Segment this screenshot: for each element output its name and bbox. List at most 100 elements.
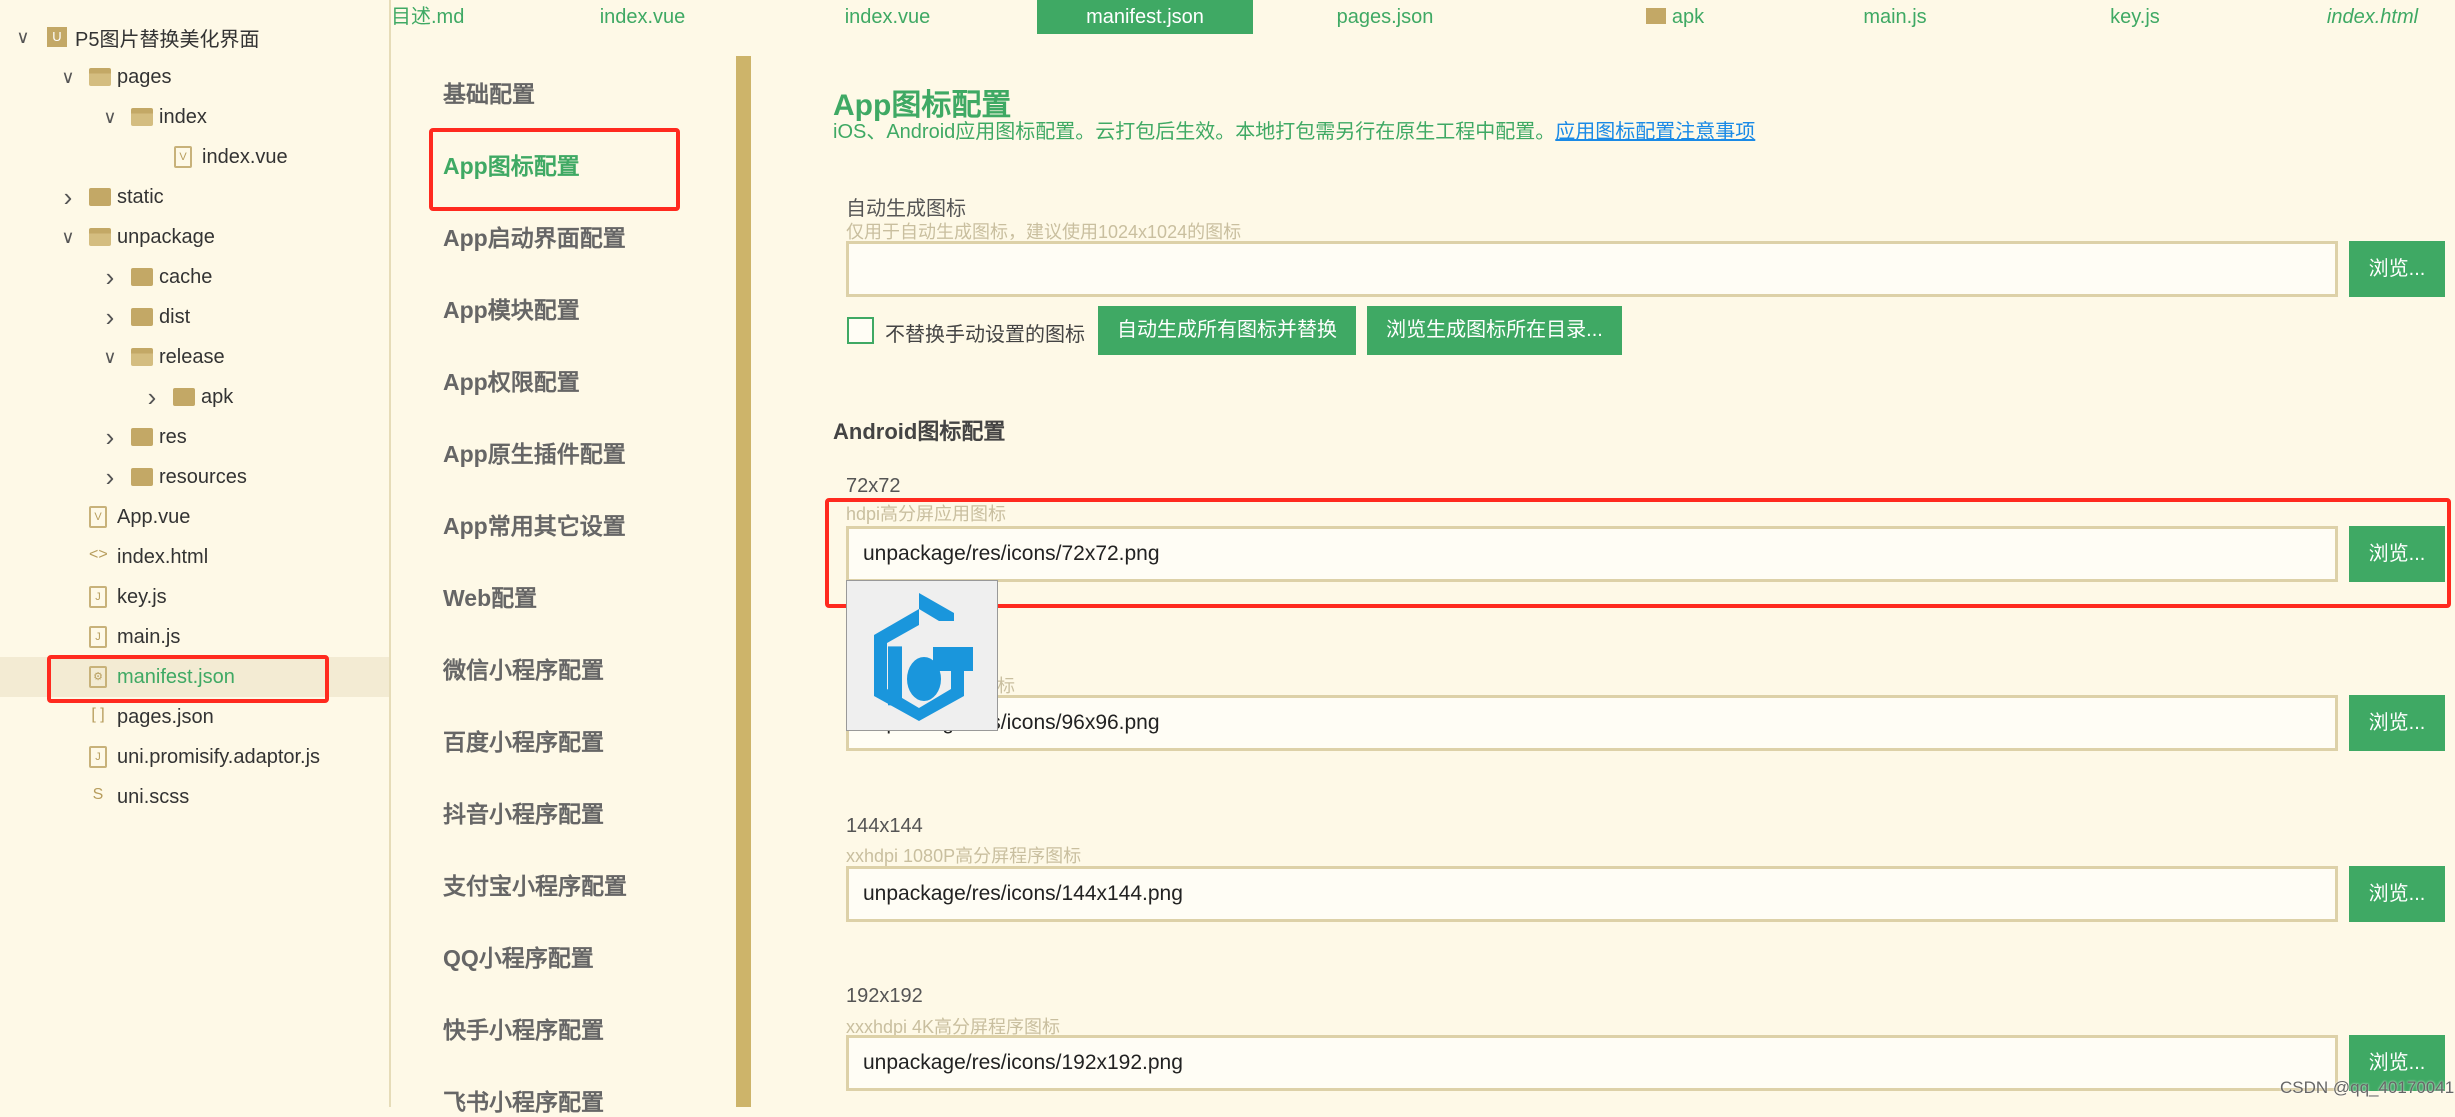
tree-item[interactable]: ∨ index <box>0 97 389 137</box>
tree-item[interactable]: › cache <box>0 257 389 297</box>
nav-scrollbar[interactable] <box>736 56 751 1107</box>
tab-8[interactable]: index.html <box>2290 0 2455 34</box>
nav-item-2[interactable]: App启动界面配置 <box>443 219 626 253</box>
nav-item-1[interactable]: App图标配置 <box>443 147 580 181</box>
tree-item-label: App.vue <box>117 505 191 528</box>
chevron-down-icon[interactable]: ∨ <box>13 27 33 48</box>
icon-browse-button[interactable]: 浏览... <box>2349 695 2445 751</box>
tree-item[interactable]: › static <box>0 177 389 217</box>
tree-item[interactable]: › res <box>0 417 389 457</box>
tree-item[interactable]: Juni.promisify.adaptor.js <box>0 737 389 777</box>
icon-notes-link[interactable]: 应用图标配置注意事项 <box>1555 121 1755 143</box>
tree-item[interactable]: [ ] pages.json <box>0 697 389 737</box>
tree-item[interactable]: › apk <box>0 377 389 417</box>
tree-item[interactable]: ∨ unpackage <box>0 217 389 257</box>
js-file-icon: J <box>89 586 107 608</box>
icon-browse-button[interactable]: 浏览... <box>2349 526 2445 582</box>
nav-item-10[interactable]: 抖音小程序配置 <box>443 795 604 829</box>
iot-logo-icon <box>874 593 973 721</box>
nav-item-6[interactable]: App常用其它设置 <box>443 507 626 541</box>
chevron-right-icon[interactable]: › <box>58 182 78 213</box>
chevron-down-icon[interactable]: ∨ <box>100 107 120 128</box>
tree-item[interactable]: Jkey.js <box>0 577 389 617</box>
folder-icon <box>131 348 153 366</box>
tree-item-label: res <box>159 425 187 448</box>
auto-icon-input[interactable] <box>846 241 2338 297</box>
tab-6[interactable]: main.js <box>1800 0 1990 34</box>
folder-icon <box>89 188 111 206</box>
tree-item[interactable]: Vindex.vue <box>0 137 389 177</box>
tab-1[interactable]: index.vue <box>570 0 715 34</box>
tree-item-label: apk <box>201 385 234 408</box>
project-icon: U <box>47 27 67 47</box>
tab-label: apk <box>1671 6 1705 28</box>
chevron-right-icon[interactable]: › <box>142 382 162 413</box>
tree-item[interactable]: ⚙ manifest.json <box>0 657 389 697</box>
nav-item-3[interactable]: App模块配置 <box>443 291 580 325</box>
tree-item[interactable]: › dist <box>0 297 389 337</box>
auto-icon-browse-button[interactable]: 浏览... <box>2349 241 2445 297</box>
nav-item-8[interactable]: 微信小程序配置 <box>443 651 604 685</box>
tab-label: index.html <box>2326 6 2419 28</box>
tree-item[interactable]: <> index.html <box>0 537 389 577</box>
tab-4[interactable]: pages.json <box>1290 0 1480 34</box>
tree-item[interactable]: ∨ release <box>0 337 389 377</box>
tree-item-label: index.vue <box>202 145 288 168</box>
tree-item[interactable]: V App.vue <box>0 497 389 537</box>
nav-item-14[interactable]: 飞书小程序配置 <box>443 1083 604 1117</box>
tree-item-label: P5图片替换美化界面 <box>75 28 260 51</box>
nav-item-5[interactable]: App原生插件配置 <box>443 435 626 469</box>
folder-icon <box>89 228 111 246</box>
tab-label: manifest.json <box>1086 6 1204 28</box>
chevron-right-icon[interactable]: › <box>100 462 120 493</box>
auto-icon-label: 自动生成图标 <box>846 198 966 220</box>
tree-item[interactable]: ∨ U P5图片替换美化界面 <box>0 17 389 57</box>
vue-file-icon: V <box>174 146 192 168</box>
vue-file-icon: V <box>89 506 107 528</box>
chevron-down-icon[interactable]: ∨ <box>100 347 120 368</box>
tab-3[interactable]: manifest.json <box>1037 0 1253 34</box>
icon-size-label: 192x192 <box>846 985 923 1007</box>
nav-item-7[interactable]: Web配置 <box>443 579 537 613</box>
tree-item-label: main.js <box>117 625 181 648</box>
auto-generate-button[interactable]: 自动生成所有图标并替换 <box>1098 306 1356 355</box>
json-file-icon: [ ] <box>91 706 105 723</box>
file-tree: ∨ U P5图片替换美化界面 ∨ pages ∨ index Vindex.vue › stati… <box>0 0 391 1107</box>
browse-dir-button[interactable]: 浏览生成图标所在目录... <box>1367 306 1622 355</box>
tree-item[interactable]: Suni.scss <box>0 777 389 817</box>
tree-item-label: manifest.json <box>117 665 235 688</box>
folder-icon <box>131 108 153 126</box>
nav-item-12[interactable]: QQ小程序配置 <box>443 939 594 973</box>
tree-item-label: unpackage <box>117 225 215 248</box>
chevron-down-icon[interactable]: ∨ <box>58 67 78 88</box>
icon-browse-button[interactable]: 浏览... <box>2349 866 2445 922</box>
chevron-right-icon[interactable]: › <box>100 302 120 333</box>
tab-label: pages.json <box>1336 6 1434 28</box>
no-replace-checkbox[interactable] <box>847 317 874 344</box>
tab-label: main.js <box>1863 6 1927 28</box>
icon-preview-tooltip <box>846 580 998 731</box>
tree-item-label: uni.scss <box>117 785 190 808</box>
tree-item[interactable]: › resources <box>0 457 389 497</box>
tab-0[interactable]: 目述.md <box>391 0 516 34</box>
nav-item-9[interactable]: 百度小程序配置 <box>443 723 604 757</box>
tab-2[interactable]: index.vue <box>815 0 960 34</box>
chevron-right-icon[interactable]: › <box>100 262 120 293</box>
js-file-icon: J <box>89 626 107 648</box>
icon-path-input[interactable]: unpackage/res/icons/144x144.png <box>846 866 2338 922</box>
tab-5[interactable]: apk <box>1570 0 1780 34</box>
nav-item-13[interactable]: 快手小程序配置 <box>443 1011 604 1045</box>
icon-path-input[interactable]: unpackage/res/icons/96x96.png <box>846 695 2338 751</box>
tab-label: key.js <box>2110 6 2160 28</box>
icon-path-input[interactable]: unpackage/res/icons/192x192.png <box>846 1035 2338 1091</box>
icon-path-input[interactable]: unpackage/res/icons/72x72.png <box>846 526 2338 582</box>
chevron-right-icon[interactable]: › <box>100 422 120 453</box>
html-file-icon: <> <box>89 546 108 563</box>
nav-item-11[interactable]: 支付宝小程序配置 <box>443 867 627 901</box>
chevron-down-icon[interactable]: ∨ <box>58 227 78 248</box>
nav-item-4[interactable]: App权限配置 <box>443 363 580 397</box>
tree-item[interactable]: Jmain.js <box>0 617 389 657</box>
tree-item[interactable]: ∨ pages <box>0 57 389 97</box>
tab-7[interactable]: key.js <box>2040 0 2230 34</box>
nav-item-0[interactable]: 基础配置 <box>443 75 535 109</box>
